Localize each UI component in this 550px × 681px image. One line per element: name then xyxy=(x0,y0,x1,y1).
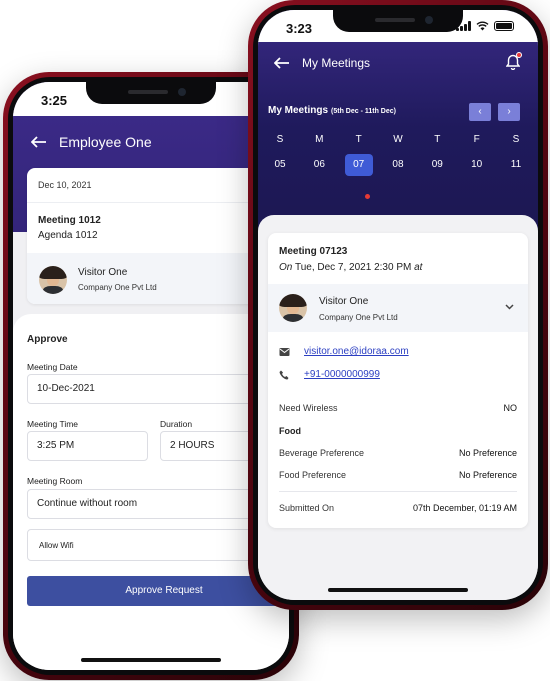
food-preference-value: No Preference xyxy=(458,470,517,480)
week-range: (5th Dec - 11th Dec) xyxy=(331,108,396,115)
phone-icon xyxy=(279,370,289,379)
approve-request-button[interactable]: Approve Request xyxy=(27,576,289,606)
notch xyxy=(333,10,463,32)
need-wireless-row: Need Wireless NO xyxy=(279,403,517,413)
date-cell[interactable]: 06 xyxy=(305,154,333,176)
duration-label: Duration xyxy=(160,419,193,429)
next-week-button[interactable]: › xyxy=(498,103,520,121)
event-indicator-dot xyxy=(365,194,370,199)
visitor-company: Company One Pvt Ltd xyxy=(78,283,157,292)
date-cell[interactable]: 11 xyxy=(502,154,530,176)
header-title-row: Employee One xyxy=(31,134,152,150)
need-wireless-value: NO xyxy=(503,403,518,413)
visitor-company: Company One Pvt Ltd xyxy=(319,313,398,322)
status-icons xyxy=(456,21,514,31)
back-arrow-icon[interactable] xyxy=(274,57,290,69)
section-title: Approve xyxy=(27,334,68,345)
weekday-label: S xyxy=(512,134,520,145)
calendar-header: 3:23 My Meetings My Meetings (5th Dec - 1… xyxy=(258,10,538,245)
visitor-name: Visitor One xyxy=(319,296,369,307)
beverage-value: No Preference xyxy=(458,448,517,458)
meeting-detail-card[interactable]: Meeting 07123 On Tue, Dec 7, 2021 2:30 P… xyxy=(268,233,528,528)
right-phone: 3:23 My Meetings My Meetings (5th Dec - 1… xyxy=(248,0,548,610)
weekday-label: T xyxy=(434,134,441,145)
meeting-title: Meeting 1012 xyxy=(38,215,101,226)
submitted-row: Submitted On 07th December, 01:19 AM xyxy=(279,503,517,513)
when-prefix: On xyxy=(279,262,293,273)
allow-wifi-label: Allow Wifi xyxy=(39,541,74,550)
when-date: Tue, Dec 7, 2021 2:30 PM xyxy=(294,262,412,273)
meeting-when: On Tue, Dec 7, 2021 2:30 PM at xyxy=(279,262,422,273)
visitor-row[interactable] xyxy=(268,284,528,332)
right-screen: 3:23 My Meetings My Meetings (5th Dec - 1… xyxy=(258,10,538,600)
need-wireless-label: Need Wireless xyxy=(279,403,338,413)
chevron-down-icon[interactable] xyxy=(505,304,514,310)
email-row: visitor.one@idoraa.com xyxy=(279,346,409,357)
weekday-label: F xyxy=(473,134,480,145)
status-time: 3:23 xyxy=(286,21,313,36)
meeting-room-label: Meeting Room xyxy=(27,476,83,486)
notification-dot xyxy=(516,52,522,58)
phone-link[interactable]: +91-0000000999 xyxy=(304,369,380,380)
header-title-row: My Meetings xyxy=(274,56,370,70)
beverage-label: Beverage Preference xyxy=(279,448,365,458)
meeting-date: Dec 10, 2021 xyxy=(38,180,92,190)
weekday-label: W xyxy=(393,134,403,145)
weekday-label: M xyxy=(315,134,324,145)
weekday-label: T xyxy=(355,134,362,145)
beverage-row: Beverage Preference No Preference xyxy=(279,448,517,458)
submitted-value: 07th December, 01:19 AM xyxy=(412,503,517,513)
phone-row: +91-0000000999 xyxy=(279,369,380,380)
date-cell[interactable]: 08 xyxy=(384,154,412,176)
date-row: 05 06 07 08 09 10 11 xyxy=(266,154,530,176)
page-title: Employee One xyxy=(59,134,152,150)
home-indicator xyxy=(81,658,221,662)
meeting-time-label: Meeting Time xyxy=(27,419,79,429)
date-cell[interactable]: 10 xyxy=(463,154,491,176)
back-arrow-icon[interactable] xyxy=(31,136,47,148)
meeting-date-label: Meeting Date xyxy=(27,362,78,372)
avatar xyxy=(39,266,67,294)
avatar xyxy=(279,294,307,322)
battery-icon xyxy=(494,21,514,31)
meeting-title: Meeting 07123 xyxy=(279,246,348,257)
food-preference-label: Food Preference xyxy=(279,470,347,480)
notch xyxy=(86,82,216,104)
prev-week-button[interactable]: ‹ xyxy=(469,103,491,121)
page-title: My Meetings xyxy=(302,56,371,70)
home-indicator xyxy=(328,588,468,592)
date-cell[interactable]: 05 xyxy=(266,154,294,176)
submitted-label: Submitted On xyxy=(279,503,335,513)
food-heading: Food xyxy=(279,426,301,436)
when-suffix: at xyxy=(414,262,423,273)
wifi-icon xyxy=(476,21,489,31)
visitor-name: Visitor One xyxy=(78,267,128,278)
food-preference-row: Food Preference No Preference xyxy=(279,470,517,480)
week-title: My Meetings (5th Dec - 11th Dec) xyxy=(268,105,396,116)
status-time: 3:25 xyxy=(41,93,68,108)
mail-icon xyxy=(279,347,290,356)
meeting-time-field[interactable]: 3:25 PM xyxy=(27,431,148,461)
meeting-agenda: Agenda 1012 xyxy=(38,230,98,241)
date-cell-selected[interactable]: 07 xyxy=(344,154,373,176)
divider xyxy=(279,491,517,492)
date-cell[interactable]: 09 xyxy=(423,154,451,176)
weekday-label: S xyxy=(276,134,284,145)
weekday-row: S M T W T F S xyxy=(266,134,530,145)
week-title-text: My Meetings xyxy=(268,105,329,116)
email-link[interactable]: visitor.one@idoraa.com xyxy=(304,346,409,357)
